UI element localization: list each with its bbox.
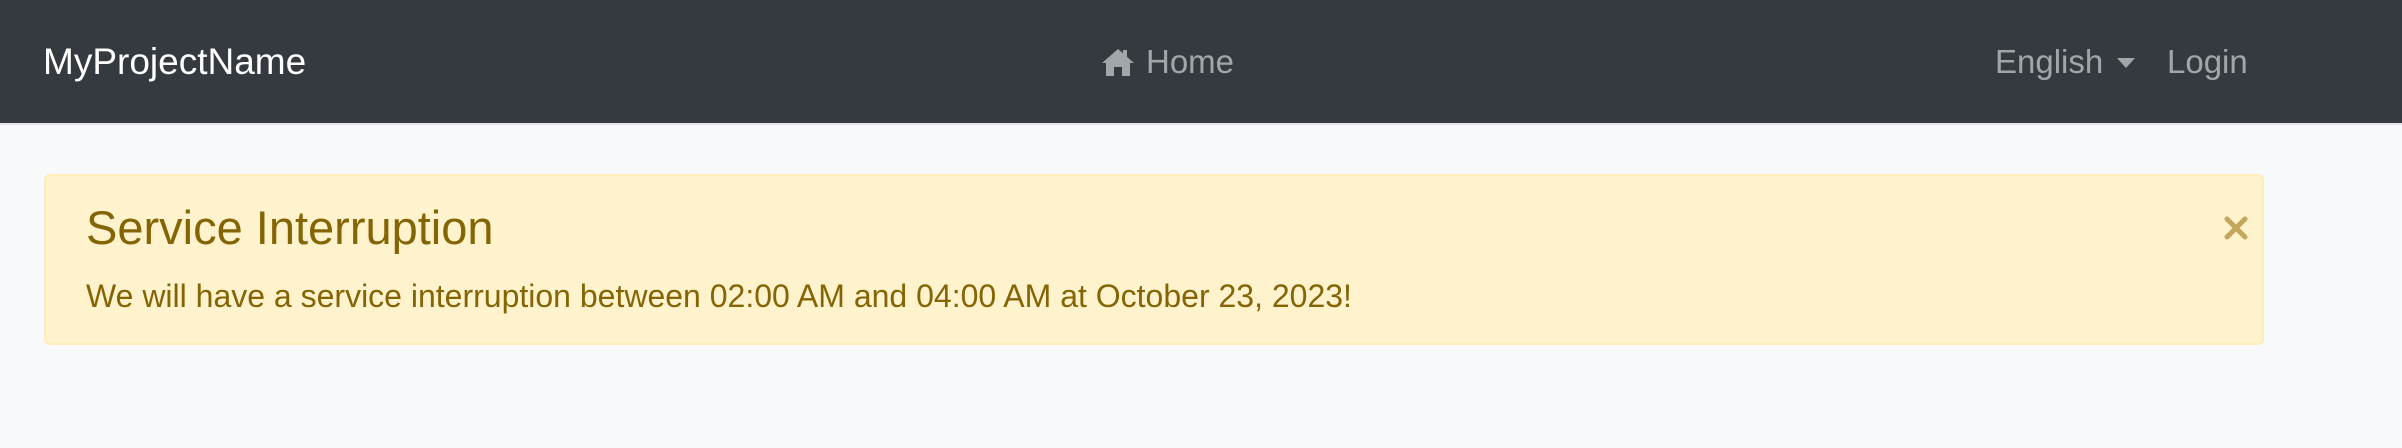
- caret-down-icon: [2117, 58, 2136, 68]
- close-icon: [2223, 215, 2249, 241]
- home-icon: [1100, 46, 1136, 78]
- login-label: Login: [2167, 43, 2248, 80]
- language-label: English: [1995, 43, 2104, 80]
- service-alert: Service Interruption We will have a serv…: [44, 174, 2264, 345]
- login-link[interactable]: Login: [2167, 38, 2248, 86]
- top-navbar: MyProjectName Home English Login: [0, 0, 2402, 125]
- alert-title: Service Interruption: [86, 201, 494, 254]
- alert-close-button[interactable]: [2216, 208, 2256, 248]
- nav-home-label: Home: [1146, 43, 1235, 80]
- nav-home-link[interactable]: Home: [1100, 38, 1234, 86]
- alert-message: We will have a service interruption betw…: [86, 278, 1352, 314]
- language-dropdown[interactable]: English: [1995, 38, 2136, 86]
- navbar-brand[interactable]: MyProjectName: [43, 38, 306, 86]
